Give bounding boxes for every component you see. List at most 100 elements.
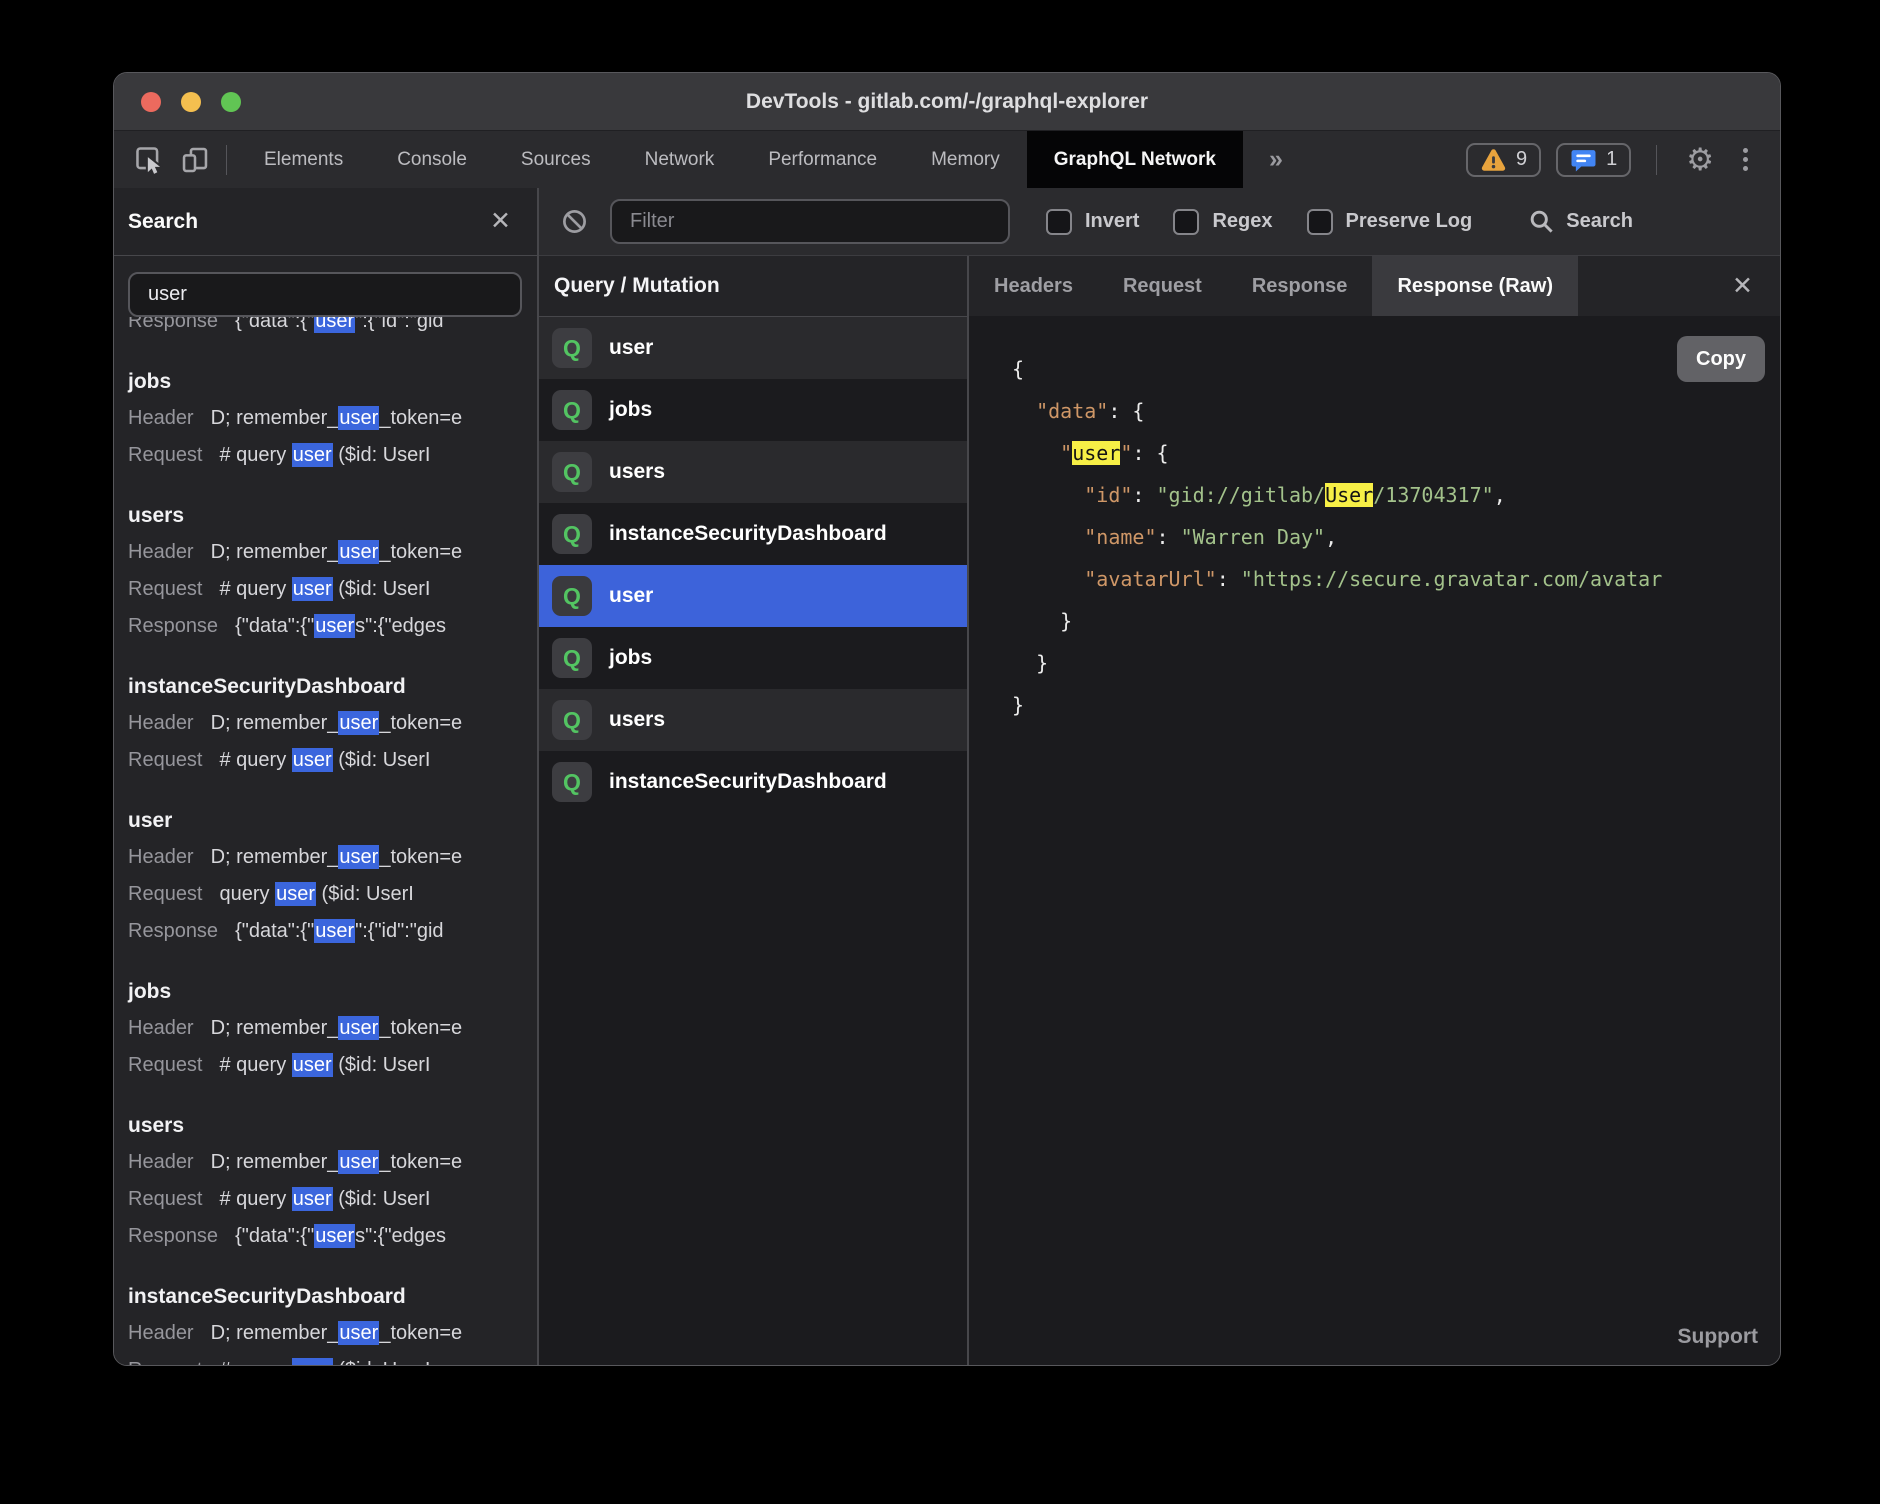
search-input[interactable] (128, 272, 522, 317)
checkbox-box-preserve-log[interactable] (1307, 209, 1333, 235)
search-result-line[interactable]: Response{"data":{"users":{"edges (128, 1218, 537, 1255)
match-highlight: user (338, 1016, 379, 1040)
search-result-line[interactable]: Request# query user ($id: UserI (128, 1352, 537, 1365)
search-result-line[interactable]: HeaderD; remember_user_token=e (128, 1010, 537, 1047)
search-result-line[interactable]: Response{"data":{"user":{"id":"gid (128, 913, 537, 950)
tab-sources[interactable]: Sources (494, 131, 618, 188)
query-item-jobs[interactable]: Qjobs (539, 379, 967, 441)
search-result-line[interactable]: Request # query user ($id: UserI (128, 1047, 537, 1084)
filter-input[interactable] (610, 199, 1010, 244)
checkbox-box-regex[interactable] (1173, 209, 1199, 235)
result-line-label: Header (128, 1151, 194, 1173)
response-tab-response[interactable]: Response (1227, 256, 1373, 316)
response-panel-close-icon[interactable]: ✕ (1732, 274, 1753, 299)
search-panel: Search ✕ Response{"data":{"user":{"id":"… (114, 188, 539, 1365)
main-content: Search ✕ Response{"data":{"user":{"id":"… (114, 188, 1780, 1365)
clear-block-icon[interactable] (561, 208, 588, 235)
copy-button[interactable]: Copy (1677, 336, 1765, 382)
query-item-user[interactable]: Quser (539, 565, 967, 627)
search-result-line[interactable]: Request# query user ($id: UserI (128, 571, 537, 608)
checkbox-box-invert[interactable] (1046, 209, 1072, 235)
search-result-line[interactable]: HeaderD; remember_user_token=e (128, 534, 537, 571)
result-line-value: # query user ($id: UserI (220, 1187, 431, 1211)
tab-performance[interactable]: Performance (741, 131, 904, 188)
query-item-user[interactable]: Quser (539, 317, 967, 379)
search-result-line[interactable]: Requestquery user ($id: UserI (128, 876, 537, 913)
support-link[interactable]: Support (1678, 1325, 1758, 1349)
toolbar-left (114, 131, 216, 188)
result-line-label: Header (128, 1017, 194, 1039)
result-line-value: {"data":{"users":{"edges (235, 614, 446, 638)
query-item-instancesecuritydashboard[interactable]: QinstanceSecurityDashboard (539, 503, 967, 565)
json-line: "id": "gid://gitlab/User/13704317", (1012, 474, 1780, 516)
toolbar-separator (226, 145, 227, 175)
search-result-group-instancesecuritydashboard: instanceSecurityDashboard (128, 668, 537, 705)
search-result-line[interactable]: Request # query user ($id: UserI (128, 1181, 537, 1218)
checkbox-preserve-log[interactable]: Preserve Log (1307, 209, 1473, 235)
tab-graphql-network[interactable]: GraphQL Network (1027, 131, 1243, 188)
query-item-users[interactable]: Qusers (539, 689, 967, 751)
query-item-instancesecuritydashboard[interactable]: QinstanceSecurityDashboard (539, 751, 967, 813)
zoom-window-button[interactable] (221, 92, 241, 112)
query-type-icon: Q (552, 328, 592, 368)
result-line-value: D; remember_user_token=e (211, 406, 463, 430)
search-result-group-instancesecuritydashboard: instanceSecurityDashboard (128, 1278, 537, 1315)
tab-memory[interactable]: Memory (904, 131, 1027, 188)
result-line-value: # query user ($id: UserI (220, 1053, 431, 1077)
device-toolbar-icon[interactable] (180, 145, 210, 175)
network-region: InvertRegexPreserve Log Search Query / M… (539, 188, 1780, 1365)
query-item-jobs[interactable]: Qjobs (539, 627, 967, 689)
result-line-label: Response (128, 615, 218, 637)
search-result-line[interactable]: HeaderD; remember_user_token=e (128, 1315, 537, 1352)
checkbox-invert[interactable]: Invert (1046, 209, 1139, 235)
kebab-menu-icon[interactable] (1733, 148, 1758, 171)
response-tab-headers[interactable]: Headers (969, 256, 1098, 316)
filter-checkboxes: Invert Regex Preserve Log (1046, 209, 1472, 235)
filter-search-button[interactable]: Search (1528, 208, 1633, 235)
query-item-label: instanceSecurityDashboard (609, 770, 887, 794)
warnings-badge[interactable]: 9 (1466, 143, 1541, 177)
query-type-icon: Q (552, 576, 592, 616)
json-line: "data": { (1012, 390, 1780, 432)
result-line-value: D; remember_user_token=e (211, 1150, 463, 1174)
response-panel-close[interactable]: ✕ (1705, 256, 1780, 316)
result-line-label: Request (128, 1054, 203, 1076)
tab-elements[interactable]: Elements (237, 131, 370, 188)
query-item-label: jobs (609, 398, 652, 422)
search-panel-close-icon[interactable]: ✕ (490, 209, 511, 234)
result-line-label: Request (128, 1188, 203, 1210)
warning-icon (1480, 148, 1507, 172)
search-result-line[interactable]: Response{"data":{"user":{"id":"gid (128, 317, 537, 340)
query-type-icon: Q (552, 514, 592, 554)
checkbox-regex[interactable]: Regex (1173, 209, 1272, 235)
match-highlight: user (314, 1224, 355, 1248)
tab-network[interactable]: Network (618, 131, 742, 188)
search-result-line[interactable]: HeaderD; remember_user_token=e (128, 705, 537, 742)
query-type-icon: Q (552, 762, 592, 802)
settings-gear-icon[interactable]: ⚙ (1682, 144, 1718, 175)
match-highlight: user (338, 711, 379, 735)
tab-console[interactable]: Console (370, 131, 494, 188)
response-tab-request[interactable]: Request (1098, 256, 1227, 316)
query-item-label: instanceSecurityDashboard (609, 522, 887, 546)
response-tab-response-raw[interactable]: Response (Raw) (1372, 256, 1578, 316)
search-result-line[interactable]: HeaderD; remember_user_token=e (128, 839, 537, 876)
window-title: DevTools - gitlab.com/-/graphql-explorer (746, 90, 1148, 114)
close-window-button[interactable] (141, 92, 161, 112)
message-count: 1 (1606, 148, 1617, 171)
search-result-line[interactable]: Request# query user ($id: UserI (128, 742, 537, 779)
search-result-line[interactable]: Request# query user ($id: UserI (128, 437, 537, 474)
search-result-line[interactable]: Response {"data":{"users":{"edges (128, 608, 537, 645)
search-result-line[interactable]: Header D; remember_user_token=e (128, 1144, 537, 1181)
messages-badge[interactable]: 1 (1556, 143, 1631, 177)
more-tabs-button[interactable]: » (1243, 131, 1309, 188)
minimize-window-button[interactable] (181, 92, 201, 112)
inspect-element-icon[interactable] (134, 145, 164, 175)
warning-count: 9 (1516, 148, 1527, 171)
search-result-line[interactable]: Header D; remember_user_token=e (128, 400, 537, 437)
result-line-label: Response (128, 317, 218, 332)
result-line-label: Header (128, 407, 194, 429)
message-bubble-icon (1570, 148, 1597, 172)
query-item-users[interactable]: Qusers (539, 441, 967, 503)
search-results: Response{"data":{"user":{"id":"gidjobsHe… (114, 317, 537, 1365)
